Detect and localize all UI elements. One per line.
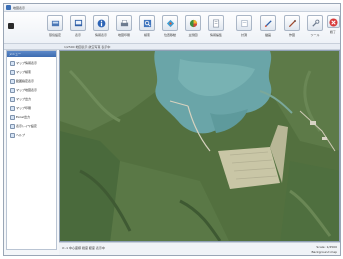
title-bar: 地図表示	[4, 4, 340, 12]
tool-button[interactable]: ツール	[304, 15, 326, 42]
sidebar-item-excel-output[interactable]: Excel出力	[7, 113, 56, 122]
settings-button[interactable]: 環境設定	[44, 15, 66, 42]
info-button[interactable]: 情報表示	[90, 15, 112, 42]
sidebar: メニュー マップ情報表示 マップ検索 範囲指定表示 マップ地図表示 マップ出力 …	[6, 50, 57, 250]
draw-icon	[260, 15, 276, 31]
map-info-icon	[10, 61, 15, 66]
sidebar-item-map-output[interactable]: マップ出力	[7, 95, 56, 104]
aerial-map-view[interactable]	[59, 50, 340, 242]
drafting-icon	[284, 15, 300, 31]
coordinates-text: X:-1 中心座標 緯度 経度 表示中	[62, 246, 105, 250]
range-icon	[10, 79, 15, 84]
sidebar-item-range-display[interactable]: 範囲指定表示	[7, 77, 56, 86]
print-icon	[116, 15, 132, 31]
map-icon	[10, 88, 15, 93]
edit-info-button[interactable]: 情報編集	[205, 15, 227, 42]
menu-icon[interactable]	[8, 23, 14, 29]
layer-icon	[10, 124, 15, 129]
drafting-button[interactable]: 作図	[281, 15, 303, 42]
move-button[interactable]: 位置移動	[159, 15, 181, 42]
sidebar-item-map-search[interactable]: マップ検索	[7, 68, 56, 77]
print-icon	[10, 106, 15, 111]
background-map-text: Background map	[311, 250, 337, 254]
search-icon	[10, 70, 15, 75]
sidebar-list: マップ情報表示 マップ検索 範囲指定表示 マップ地図表示 マップ出力 マップ印刷…	[7, 57, 56, 140]
measure-icon	[236, 15, 252, 31]
search-icon	[139, 15, 155, 31]
window-title: 地図表示	[13, 6, 26, 10]
scale-text: Scale: 1/2500	[316, 245, 337, 249]
move-icon	[162, 15, 178, 31]
sidebar-item-help[interactable]: ヘルプ	[7, 131, 56, 140]
exit-button[interactable]: 終了	[326, 15, 340, 42]
search-button[interactable]: 検索	[136, 15, 158, 42]
sidebar-item-map-info[interactable]: マップ情報表示	[7, 59, 56, 68]
theme-map-button[interactable]: 主題図	[182, 15, 204, 42]
app-window: 地図表示 環境設定 表示 情報表示 地図印刷 検索 位置移動 主題図 情報編集 …	[3, 3, 341, 256]
help-icon	[10, 133, 15, 138]
draw-button[interactable]: 描画	[257, 15, 279, 42]
measure-button[interactable]: 計測	[233, 15, 255, 42]
sidebar-item-map-display[interactable]: マップ地図表示	[7, 86, 56, 95]
close-icon	[326, 15, 340, 28]
aerial-photo	[60, 51, 339, 241]
excel-icon	[10, 115, 15, 120]
app-icon	[6, 5, 11, 10]
tool-icon	[307, 15, 323, 31]
info-icon	[93, 15, 109, 31]
status-text: 1/2500 地図表示 航空写真 表示中	[64, 45, 111, 49]
output-icon	[10, 97, 15, 102]
sidebar-item-map-print[interactable]: マップ印刷	[7, 104, 56, 113]
display-icon	[70, 15, 86, 31]
edit-info-icon	[208, 15, 224, 31]
print-button[interactable]: 地図印刷	[113, 15, 135, 42]
display-button[interactable]: 表示	[67, 15, 89, 42]
bottom-status-bar: X:-1 中心座標 緯度 経度 表示中 Scale: 1/2500 Backgr…	[59, 242, 340, 255]
toolbar: 環境設定 表示 情報表示 地図印刷 検索 位置移動 主題図 情報編集 計測 描画…	[4, 12, 340, 44]
theme-map-icon	[185, 15, 201, 31]
settings-icon	[47, 15, 63, 31]
sidebar-item-layer-settings[interactable]: 表示レイヤ設定	[7, 122, 56, 131]
